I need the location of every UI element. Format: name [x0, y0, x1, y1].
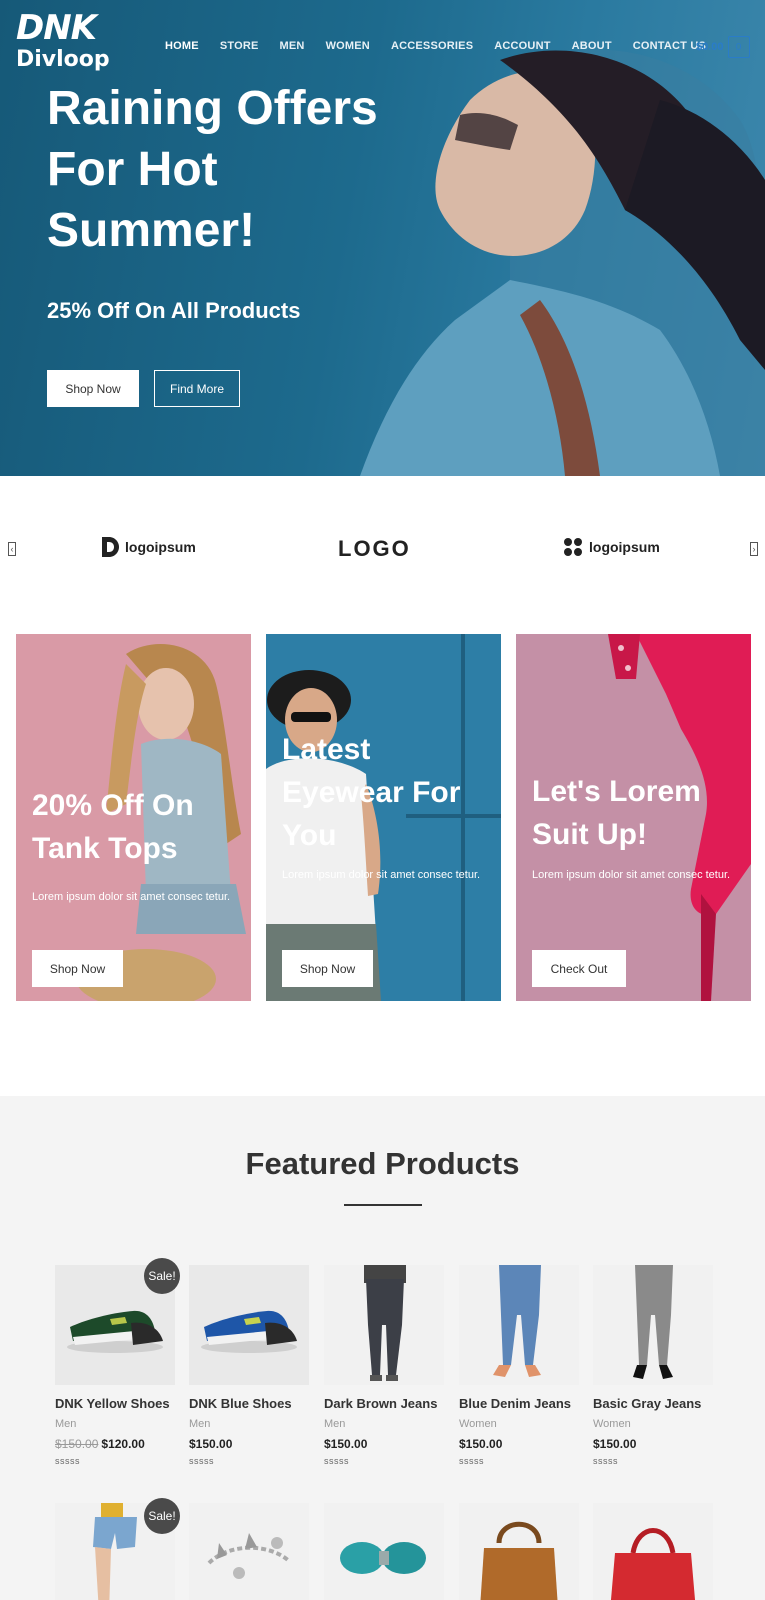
- hero-subtitle: 25% Off On All Products: [47, 298, 301, 323]
- promo-title-1: 20% Off On Tank Tops: [32, 789, 194, 865]
- flower-logo-icon: [564, 538, 582, 556]
- product-price: $150.00 $120.00: [55, 1437, 175, 1451]
- hero-shop-now-button[interactable]: Shop Now: [47, 370, 139, 407]
- product-sale-price: $120.00: [101, 1437, 145, 1451]
- brand-name-3: logoipsum: [589, 539, 660, 555]
- promo-card-tank-tops[interactable]: 20% Off On Tank Tops Lorem ipsum dolor s…: [16, 634, 251, 1001]
- d-shape-logo-icon: [102, 537, 119, 557]
- hero-banner: DNK Divloop HOME STORE MEN WOMEN ACCESSO…: [0, 0, 765, 476]
- featured-title: Featured Products: [245, 1146, 520, 1181]
- nav-home[interactable]: HOME: [165, 40, 199, 52]
- hero-find-more-button[interactable]: Find More: [154, 370, 240, 407]
- sneaker-image: [201, 1310, 297, 1353]
- main-nav: HOME STORE MEN WOMEN ACCESSORIES ACCOUNT…: [165, 40, 727, 52]
- promo-title-3: Let's Lorem Suit Up!: [532, 775, 701, 851]
- cart-button[interactable]: $0.00 0: [696, 36, 750, 58]
- brand-logo-carousel: ‹ logoipsum LOGO logoipsum ›: [0, 530, 765, 570]
- product-old-price: $150.00: [55, 1437, 99, 1451]
- handbag-image: [610, 1528, 696, 1600]
- promo-text-1: Lorem ipsum dolor sit amet consec tetur.: [32, 891, 231, 903]
- nav-accessories[interactable]: ACCESSORIES: [391, 40, 473, 52]
- jeans-image: [633, 1265, 673, 1379]
- brand-name-1: logoipsum: [125, 539, 196, 555]
- carousel-next-arrow[interactable]: ›: [750, 542, 758, 556]
- nav-women[interactable]: WOMEN: [326, 40, 370, 52]
- sale-badge: Sale!: [144, 1258, 180, 1294]
- product-name[interactable]: DNK Blue Shoes: [189, 1396, 309, 1411]
- product-card[interactable]: Blue Denim Jeans Women $150.00 sssss: [459, 1265, 579, 1466]
- featured-products-section: Featured Products DNK Yellow Shoes Men $…: [0, 1096, 765, 1600]
- product-image-bracelet[interactable]: [189, 1503, 309, 1600]
- jeans-image: [364, 1265, 406, 1381]
- product-category[interactable]: Women: [593, 1418, 713, 1430]
- product-image-dark-brown-jeans[interactable]: [324, 1265, 444, 1385]
- carousel-prev-arrow[interactable]: ‹: [8, 542, 16, 556]
- nav-about[interactable]: ABOUT: [572, 40, 612, 52]
- promo-card-suit-up[interactable]: Let's Lorem Suit Up! Lorem ipsum dolor s…: [516, 634, 751, 1001]
- product-image-blue-shoes[interactable]: [189, 1265, 309, 1385]
- featured-divider: [344, 1204, 422, 1206]
- cart-total: $0.00: [696, 41, 724, 53]
- brand-name-2: LOGO: [338, 536, 411, 561]
- product-rating: sssss: [593, 1456, 618, 1466]
- promo-check-out-button[interactable]: Check Out: [532, 950, 626, 987]
- product-image-turquoise-bracelet[interactable]: [324, 1503, 444, 1600]
- product-price: $150.00: [189, 1437, 233, 1451]
- brand-logo-1[interactable]: logoipsum: [100, 536, 196, 558]
- bracelet-image: [207, 1533, 291, 1579]
- logo-text: Divloop: [16, 47, 110, 72]
- promo-text-3: Lorem ipsum dolor sit amet consec tetur.: [532, 869, 731, 881]
- hero-title: Raining Offers For Hot Summer!: [47, 82, 378, 257]
- product-image-red-bag[interactable]: [593, 1503, 713, 1600]
- product-card[interactable]: DNK Blue Shoes Men $150.00 sssss: [189, 1265, 309, 1466]
- product-card[interactable]: Dark Brown Jeans Men $150.00 sssss: [324, 1265, 444, 1466]
- brand-logo-2[interactable]: LOGO: [338, 536, 411, 562]
- product-image-blue-denim-jeans[interactable]: [459, 1265, 579, 1385]
- sale-badge: Sale!: [144, 1498, 180, 1534]
- promo-shop-now-button-2[interactable]: Shop Now: [282, 950, 373, 987]
- product-category[interactable]: Men: [189, 1418, 309, 1430]
- cart-icon: 0: [727, 36, 750, 58]
- product-rating: sssss: [324, 1456, 349, 1466]
- product-name[interactable]: Dark Brown Jeans: [324, 1396, 444, 1411]
- product-card[interactable]: Basic Gray Jeans Women $150.00 sssss: [593, 1265, 713, 1466]
- nav-store[interactable]: STORE: [220, 40, 259, 52]
- product-price: $150.00: [593, 1437, 637, 1451]
- product-name[interactable]: Blue Denim Jeans: [459, 1396, 579, 1411]
- site-logo[interactable]: DNK Divloop: [16, 10, 116, 74]
- product-name[interactable]: Basic Gray Jeans: [593, 1396, 713, 1411]
- product-rating: sssss: [189, 1456, 214, 1466]
- jeans-image: [493, 1265, 541, 1377]
- product-name[interactable]: DNK Yellow Shoes: [55, 1396, 175, 1411]
- turquoise-bracelet-image: [340, 1542, 426, 1574]
- brand-logo-3[interactable]: logoipsum: [562, 536, 660, 558]
- product-card[interactable]: DNK Yellow Shoes Men $150.00 $120.00 ssss…: [55, 1265, 175, 1466]
- promo-card-eyewear[interactable]: Latest Eyewear For You Lorem ipsum dolor…: [266, 634, 501, 1001]
- product-rating: sssss: [459, 1456, 484, 1466]
- product-category[interactable]: Men: [324, 1418, 444, 1430]
- nav-account[interactable]: ACCOUNT: [494, 40, 550, 52]
- product-image-brown-bag[interactable]: [459, 1503, 579, 1600]
- hero-woman-image: [360, 49, 765, 476]
- promo-text-2: Lorem ipsum dolor sit amet consec tetur.: [282, 869, 481, 881]
- promo-shop-now-button-1[interactable]: Shop Now: [32, 950, 123, 987]
- product-category[interactable]: Women: [459, 1418, 579, 1430]
- product-price: $150.00: [324, 1437, 368, 1451]
- logo-mark: DNK: [16, 8, 97, 48]
- product-rating: sssss: [55, 1456, 80, 1466]
- handbag-image: [480, 1521, 558, 1600]
- cart-count: 0: [735, 41, 742, 53]
- promo-title-2: Latest Eyewear For You: [282, 733, 461, 852]
- product-price: $150.00: [459, 1437, 503, 1451]
- product-image-basic-gray-jeans[interactable]: [593, 1265, 713, 1385]
- product-category[interactable]: Men: [55, 1418, 175, 1430]
- nav-men[interactable]: MEN: [280, 40, 305, 52]
